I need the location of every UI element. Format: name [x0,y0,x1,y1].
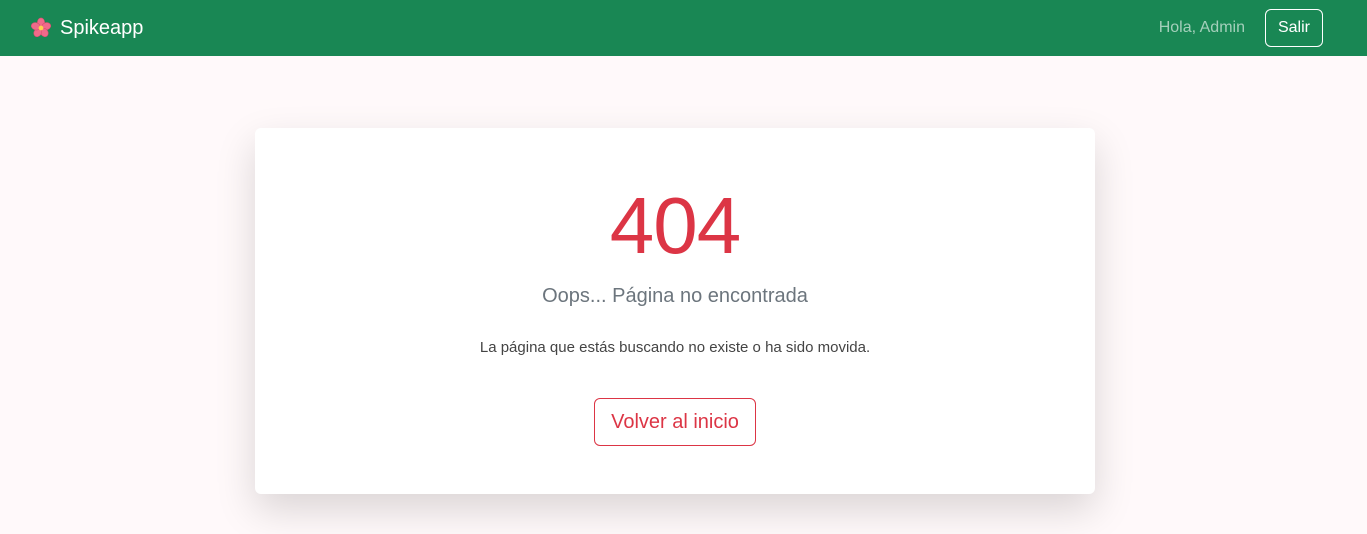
brand-label: Spikeapp [60,16,144,39]
sakura-flower-icon [30,17,52,38]
back-home-button[interactable]: Volver al inicio [594,398,756,446]
brand-link[interactable]: Spikeapp [30,17,143,40]
error-description: La página que estás buscando no existe o… [479,339,871,356]
error-subtitle: Oops... Página no encontrada [542,285,808,307]
user-greeting: Hola, Admin [1158,19,1245,36]
error-code: 404 [609,181,741,270]
error-card: 404 Oops... Página no encontrada La pági… [255,128,1095,494]
top-navbar: Spikeapp Hola, Admin Salir [0,0,1367,56]
navbar-user-area: Hola, Admin Salir [1159,9,1323,47]
logout-button[interactable]: Salir [1264,9,1323,47]
